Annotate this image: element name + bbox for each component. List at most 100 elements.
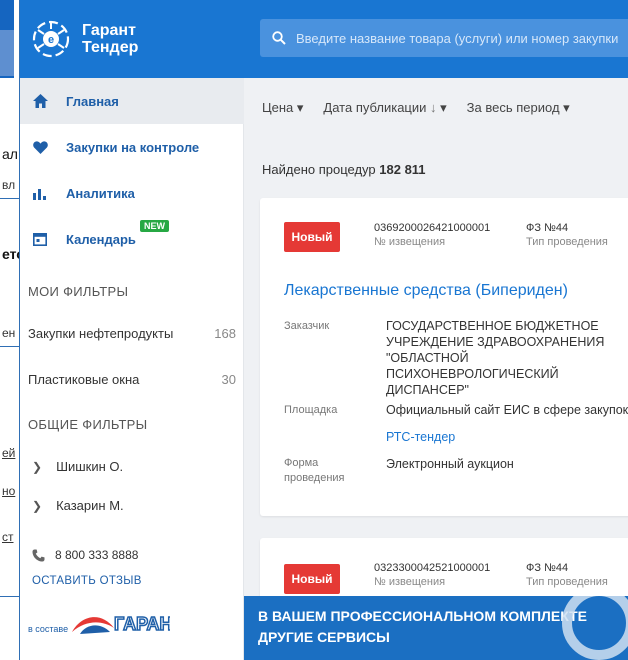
new-badge: NEW (140, 220, 169, 232)
partner-prefix: в составе (28, 624, 69, 634)
background-divider (0, 346, 19, 347)
nav-item-analytics[interactable]: Аналитика (20, 170, 244, 216)
platform-value: Официальный сайт ЕИС в сфере закупок (386, 403, 628, 417)
background-text: но (2, 484, 16, 498)
search-box[interactable] (260, 19, 628, 57)
notice-number-label: № извещения (374, 236, 446, 248)
nav-item-label: Закупки на контроле (66, 139, 200, 155)
support-phone[interactable]: 8 800 333 8888 (32, 548, 138, 562)
filter-label: Пластиковые окна (28, 372, 140, 387)
nav-item-calendar[interactable]: Календарь NEW (20, 216, 244, 262)
filter-count: 30 (221, 372, 236, 387)
procurement-law: ФЗ №44 Тип проведения (526, 222, 608, 248)
chevron-down-icon: ❯ (32, 459, 43, 474)
logo-line-2: Тендер (82, 39, 139, 56)
results-count: Найдено процедур 182 811 (262, 162, 426, 177)
status-badge-new[interactable]: Новый (284, 564, 340, 594)
procurement-law: ФЗ №44 Тип проведения (526, 562, 608, 588)
partner-logo[interactable]: в составе ГАРАНТ (28, 610, 170, 634)
services-banner[interactable]: В ВАШЕМ ПРОФЕССИОНАЛЬНОМ КОМПЛЕКТЕ ДРУГИ… (244, 596, 628, 660)
background-divider (0, 198, 19, 199)
customer-value: ГОСУДАРСТВЕННОЕ БЮДЖЕТНОЕ УЧРЕЖДЕНИЕ ЗДР… (386, 319, 605, 397)
platform-label: Площадка (284, 404, 338, 416)
my-filter-item[interactable]: Пластиковые окна 30 (28, 372, 236, 387)
results-count-prefix: Найдено процедур (262, 162, 376, 177)
sidebar-header: e Гарант Тендер (20, 0, 244, 78)
notice-number: 0369200026421000001 № извещения (374, 222, 490, 248)
logo-line-1: Гарант (82, 22, 136, 39)
sort-date-label: Дата публикации (323, 100, 427, 115)
form-label: Форма проведения (284, 457, 345, 484)
platform-link[interactable]: РТС-тендер (386, 430, 455, 444)
common-filter-item[interactable]: ❯ Казарин М. (32, 498, 124, 513)
law-value: ФЗ №44 (526, 222, 569, 234)
procurement-card[interactable]: Новый 0369200026421000001 № извещения ФЗ… (260, 198, 628, 516)
feedback-link[interactable]: ОСТАВИТЬ ОТЗЫВ (32, 575, 142, 587)
search-input[interactable] (296, 30, 626, 46)
law-label: Тип проведения (526, 236, 608, 248)
customer-label: Заказчик (284, 320, 330, 332)
main-content: Цена ▾ Дата публикации ↓ ▾ За весь перио… (244, 78, 628, 660)
background-text: вл (2, 178, 16, 192)
nav-item-home[interactable]: Главная (20, 78, 244, 124)
notice-number-value: 0369200026421000001 (374, 222, 491, 234)
partner-name: ГАРАНТ (114, 614, 170, 634)
top-bar (244, 0, 628, 78)
sidebar: e Гарант Тендер Главная Закупки на контр… (20, 0, 244, 660)
caret-down-icon: ▾ (296, 100, 304, 115)
main-nav: Главная Закупки на контроле Аналитика Ка… (20, 78, 244, 262)
common-filter-item[interactable]: ❯ Шишкин О. (32, 459, 123, 474)
calendar-icon (32, 231, 48, 247)
results-count-value: 182 811 (379, 162, 426, 177)
search-icon (272, 31, 286, 45)
background-band (0, 30, 14, 76)
notice-number-value: 0323300042521000001 (374, 562, 491, 574)
sort-bar: Цена ▾ Дата публикации ↓ ▾ За весь перио… (262, 100, 570, 116)
svg-text:e: e (48, 34, 54, 46)
background-text: ей (2, 446, 16, 460)
bar-chart-icon (32, 185, 48, 201)
sort-period-label: За весь период (466, 100, 560, 115)
arrow-down-icon: ↓ (430, 100, 437, 115)
my-filter-item[interactable]: Закупки нефтепродукты 168 (28, 326, 236, 341)
nav-item-label: Аналитика (66, 185, 135, 201)
caret-down-icon: ▾ (563, 100, 570, 115)
sort-period[interactable]: За весь период ▾ (467, 100, 570, 116)
filter-count: 168 (214, 326, 236, 341)
sort-price-label: Цена (262, 100, 294, 115)
common-filter-label: Казарин М. (56, 498, 124, 513)
law-value: ФЗ №44 (526, 562, 569, 574)
notice-number-label: № извещения (374, 576, 446, 588)
background-text: ст (2, 530, 14, 544)
my-filters-title: МОИ ФИЛЬТРЫ (28, 284, 129, 299)
background-text: ето (2, 246, 19, 262)
home-icon (32, 93, 48, 109)
garant-emblem-icon (72, 617, 115, 634)
phone-icon (32, 549, 45, 561)
background-text: ен (2, 326, 16, 340)
notice-number: 0323300042521000001 № извещения (374, 562, 490, 588)
common-filters-title: ОБЩИЕ ФИЛЬТРЫ (28, 417, 148, 432)
chevron-down-icon: ❯ (32, 498, 43, 513)
common-filter-label: Шишкин О. (56, 459, 124, 474)
nav-item-label: Календарь (66, 231, 136, 247)
nav-item-watchlist[interactable]: Закупки на контроле (20, 124, 244, 170)
form-value: Электронный аукцион (386, 457, 514, 471)
law-label: Тип проведения (526, 576, 608, 588)
background-divider (0, 596, 19, 597)
sort-date[interactable]: Дата публикации ↓ ▾ (323, 100, 446, 116)
status-badge-new[interactable]: Новый (284, 222, 340, 252)
procurement-title[interactable]: Лекарственные средства (Бипериден) (284, 282, 568, 300)
garant-wordmark: ГАРАНТ (114, 613, 170, 634)
nav-item-label: Главная (66, 93, 119, 109)
background-text: ал (2, 146, 18, 162)
sort-price[interactable]: Цена ▾ (262, 100, 303, 116)
filter-label: Закупки нефтепродукты (28, 326, 174, 341)
caret-down-icon: ▾ (440, 100, 447, 115)
ring-decoration-icon (562, 596, 628, 660)
heart-icon (32, 139, 48, 155)
garant-logo-icon[interactable]: e (32, 20, 70, 58)
background-window-fragment: ал вл ето ен ей но ст (0, 0, 20, 660)
phone-number: 8 800 333 8888 (55, 548, 139, 562)
logo-text[interactable]: Гарант Тендер (82, 22, 138, 56)
